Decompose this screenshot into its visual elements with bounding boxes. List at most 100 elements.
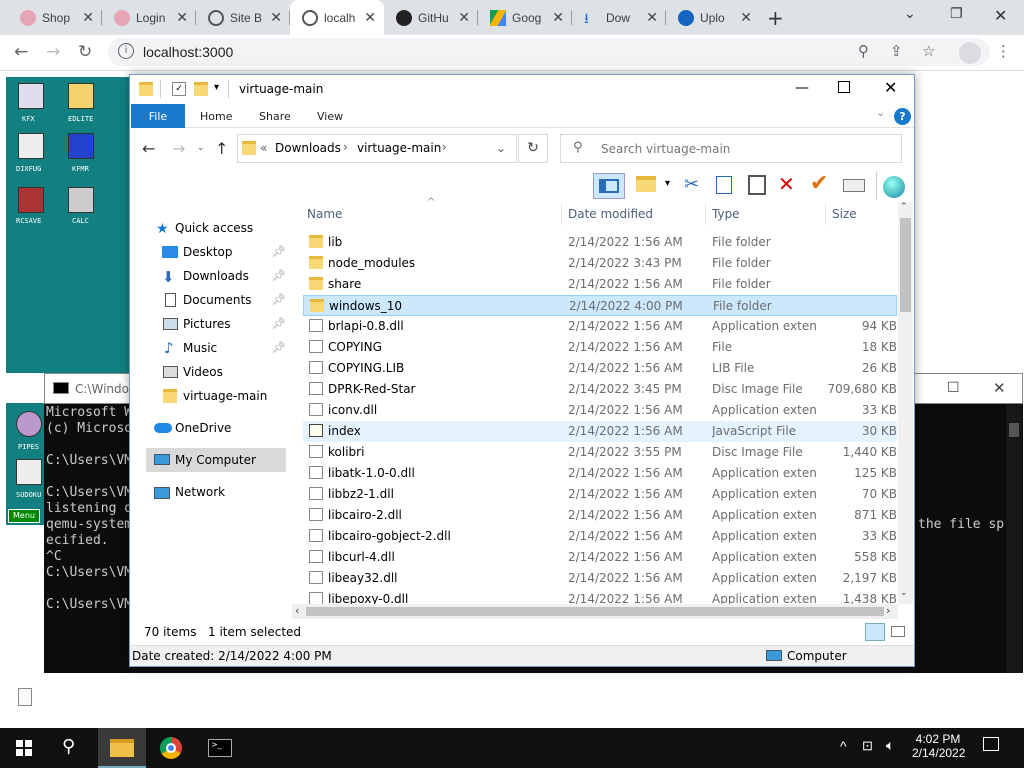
close-window-icon[interactable]: ✕ [994, 6, 1007, 25]
file-row[interactable]: brlapi-0.8.dll 2/14/2022 1:56 AM Applicati… [303, 316, 897, 337]
pin-icon[interactable]: 📌︎ [272, 293, 286, 306]
notification-icon[interactable] [983, 737, 999, 751]
folder-icon[interactable] [68, 83, 94, 109]
quick-access-toolbar-dropdown-icon[interactable]: ▾ [214, 82, 219, 93]
preview-pane-button[interactable] [593, 173, 625, 199]
vertical-scrollbar[interactable]: ⌃ ⌄ [898, 202, 913, 604]
file-row[interactable]: libeay32.dll 2/14/2022 1:56 AM Application… [303, 568, 897, 589]
copy-icon[interactable] [716, 176, 732, 194]
close-tab-icon[interactable]: ✕ [82, 9, 94, 26]
browser-tab-active[interactable]: localh ✕ [290, 0, 384, 35]
address-path-box[interactable]: « Downloads › virtuage-main › ⌄ [237, 134, 517, 163]
close-tab-icon[interactable]: ✕ [270, 9, 282, 26]
file-row[interactable]: COPYING.LIB 2/14/2022 1:56 AM LIB File 26 K… [303, 358, 897, 379]
chevron-up-icon[interactable]: ^ [840, 738, 847, 754]
tab-view[interactable]: View [317, 110, 343, 123]
document-icon[interactable] [18, 688, 32, 706]
minimize-icon[interactable]: — [795, 80, 809, 96]
search-box[interactable]: ⚲ Search virtuage-main [560, 134, 902, 163]
nav-downloads[interactable]: Downloads [183, 269, 249, 283]
restore-window-icon[interactable]: ❐ [950, 6, 963, 22]
cmd-scrollbar[interactable] [1006, 405, 1022, 673]
file-row[interactable]: iconv.dll 2/14/2022 1:56 AM Application ex… [303, 400, 897, 421]
close-tab-icon[interactable]: ✕ [176, 9, 188, 26]
profile-avatar-icon[interactable] [959, 42, 981, 64]
bookmark-star-icon[interactable]: ☆ [922, 42, 935, 60]
column-header-name[interactable]: Name [307, 207, 342, 221]
up-icon[interactable]: ↑ [215, 139, 228, 158]
forward-icon[interactable]: → [46, 42, 60, 62]
globe-icon[interactable] [883, 176, 905, 198]
close-icon[interactable]: ✕ [884, 78, 897, 97]
properties-icon[interactable]: ✓ [172, 82, 186, 96]
pin-icon[interactable]: 📌︎ [272, 341, 286, 354]
close-icon[interactable]: ✕ [993, 379, 1006, 397]
clock[interactable]: 4:02 PM 2/14/2022 [912, 732, 965, 760]
share-icon[interactable]: ⇪ [890, 42, 903, 60]
file-row[interactable]: COPYING 2/14/2022 1:56 AM File 18 KB [303, 337, 897, 358]
column-header-date[interactable]: Date modified [568, 207, 653, 221]
tab-file[interactable]: File [131, 104, 185, 128]
maximize-icon[interactable] [838, 81, 850, 93]
file-row[interactable]: libatk-1.0-0.dll 2/14/2022 1:56 AM Applica… [303, 463, 897, 484]
chevron-down-icon[interactable]: ▾ [665, 178, 670, 189]
back-icon[interactable]: ← [142, 139, 155, 158]
chevron-down-icon[interactable]: ⌄ [496, 141, 506, 155]
menu-button[interactable]: Menu [8, 509, 40, 523]
document-icon[interactable] [18, 133, 44, 159]
pin-icon[interactable]: 📌︎ [272, 245, 286, 258]
nav-documents[interactable]: Documents [183, 293, 251, 307]
forward-icon[interactable]: → [172, 139, 185, 158]
nav-network[interactable]: Network [175, 485, 225, 499]
refresh-icon[interactable]: ↻ [518, 134, 548, 163]
file-row[interactable]: index 2/14/2022 1:56 AM JavaScript File 30 … [303, 421, 897, 442]
url-text[interactable]: localhost:3000 [143, 44, 233, 60]
sudoku-icon[interactable] [16, 459, 42, 485]
file-row[interactable]: DPRK-Red-Star 2/14/2022 3:45 PM Disc Image… [303, 379, 897, 400]
file-row[interactable]: windows_10 2/14/2022 4:00 PM File folder [303, 295, 897, 316]
nav-virtuage-main[interactable]: virtuage-main [183, 389, 267, 403]
close-tab-icon[interactable]: ✕ [740, 9, 752, 26]
app-icon[interactable] [18, 187, 44, 213]
search-icon[interactable]: ⚲ [62, 736, 75, 757]
breadcrumb-overflow[interactable]: « [260, 141, 267, 155]
nav-videos[interactable]: Videos [183, 365, 223, 379]
chevron-down-icon[interactable]: ⌄ [904, 6, 916, 22]
file-row[interactable]: libcairo-2.dll 2/14/2022 1:56 AM Applicati… [303, 505, 897, 526]
large-icons-view-icon[interactable] [891, 626, 905, 637]
close-tab-icon[interactable]: ✕ [364, 9, 376, 26]
pin-icon[interactable]: 📌︎ [272, 269, 286, 282]
volume-icon[interactable]: 🔈︎ [886, 737, 894, 754]
pipes-icon[interactable] [16, 411, 42, 437]
windows-start-icon[interactable] [16, 740, 32, 756]
paste-icon[interactable] [748, 175, 766, 195]
chrome-icon[interactable] [160, 737, 182, 759]
file-row[interactable]: libcurl-4.dll 2/14/2022 1:56 AM Applicatio… [303, 547, 897, 568]
close-tab-icon[interactable]: ✕ [646, 9, 658, 26]
reload-icon[interactable]: ↻ [78, 42, 92, 62]
pin-icon[interactable]: 📌︎ [272, 317, 286, 330]
help-icon[interactable]: ? [894, 108, 911, 125]
file-row[interactable]: share 2/14/2022 1:56 AM File folder [303, 274, 897, 295]
recent-locations-icon[interactable]: ⌄ [197, 143, 205, 153]
new-folder-icon[interactable] [636, 176, 656, 192]
maximize-icon[interactable]: ☐ [947, 380, 960, 396]
rename-check-icon[interactable]: ✔ [810, 171, 828, 196]
browser-tab[interactable]: GitHu ✕ [384, 0, 478, 35]
browser-tab[interactable]: Login ✕ [102, 0, 196, 35]
properties-icon[interactable] [843, 179, 865, 192]
zoom-icon[interactable]: ⚲ [858, 42, 869, 60]
close-tab-icon[interactable]: ✕ [458, 9, 470, 26]
breadcrumb-downloads[interactable]: Downloads [275, 141, 341, 155]
browser-tab[interactable]: Site B ✕ [196, 0, 290, 35]
calculator-icon[interactable] [68, 187, 94, 213]
horizontal-scrollbar[interactable]: ‹ › [292, 604, 898, 619]
nav-pictures[interactable]: Pictures [183, 317, 231, 331]
nav-quick-access[interactable]: Quick access [175, 221, 253, 235]
new-tab-icon[interactable]: + [767, 6, 784, 30]
browser-tab[interactable]: Goog ✕ [478, 0, 572, 35]
nav-onedrive[interactable]: OneDrive [175, 421, 231, 435]
details-view-icon[interactable] [865, 623, 885, 641]
nav-my-computer[interactable]: My Computer [175, 453, 256, 467]
nav-desktop[interactable]: Desktop [183, 245, 233, 259]
